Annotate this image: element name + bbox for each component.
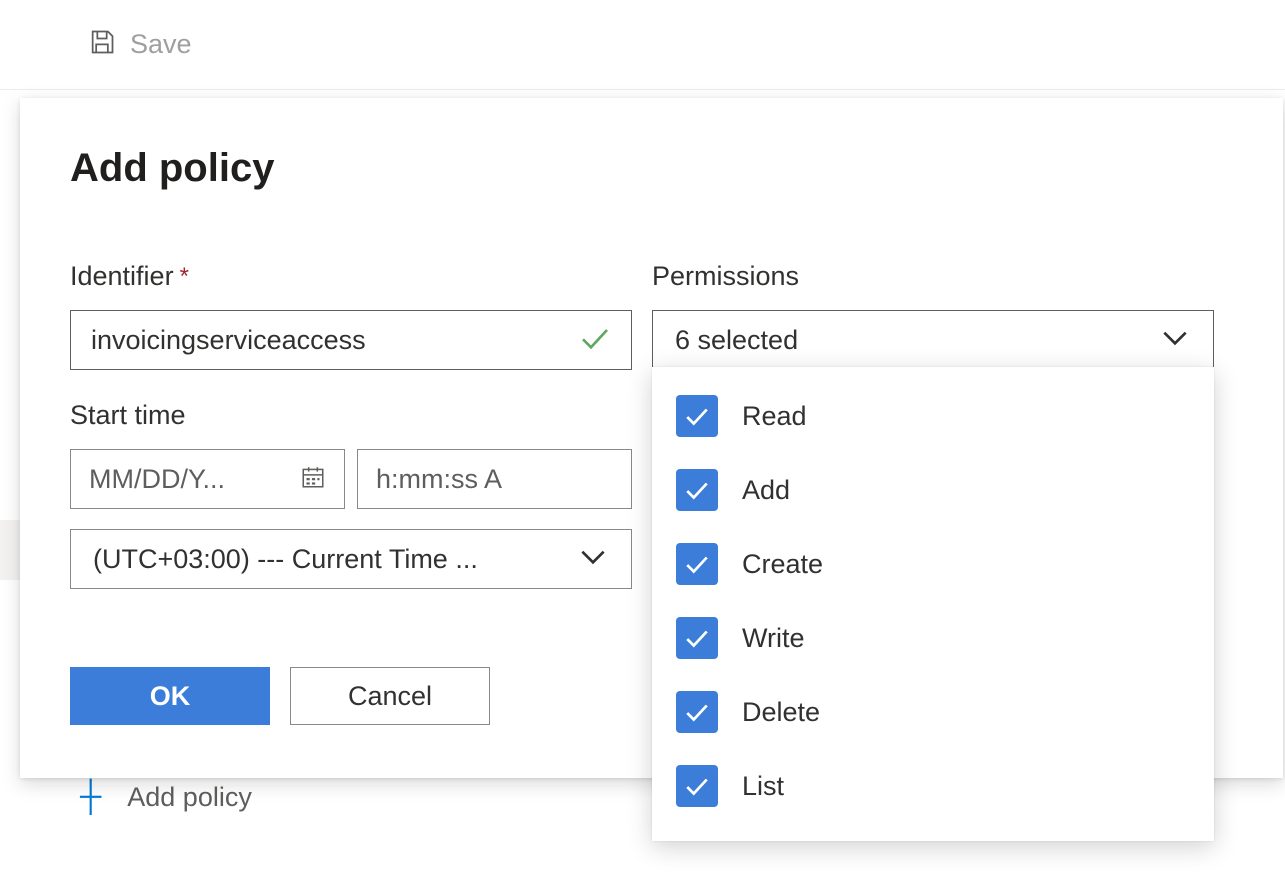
checkbox-checked-icon[interactable] [676, 617, 718, 659]
ok-button[interactable]: OK [70, 667, 270, 725]
left-column: Identifier * Start time MM/DD/Y... [70, 261, 632, 725]
save-icon[interactable] [88, 28, 116, 61]
chevron-down-icon [1159, 327, 1191, 354]
toolbar: Save [0, 0, 1285, 90]
permission-option-delete[interactable]: Delete [652, 675, 1214, 749]
right-column: Permissions 6 selected Read Add [652, 261, 1214, 725]
permissions-label: Permissions [652, 261, 1214, 292]
plus-icon: ┼ [80, 780, 101, 814]
checkbox-checked-icon[interactable] [676, 395, 718, 437]
checkbox-checked-icon[interactable] [676, 469, 718, 511]
add-policy-panel: Add policy Identifier * Start time MM/DD… [20, 98, 1283, 778]
save-button-label[interactable]: Save [130, 29, 192, 60]
start-date-input[interactable]: MM/DD/Y... [70, 449, 345, 509]
permission-label: Read [742, 401, 807, 432]
form-row: Identifier * Start time MM/DD/Y... [70, 261, 1233, 725]
permission-option-write[interactable]: Write [652, 601, 1214, 675]
identifier-label-text: Identifier [70, 261, 174, 292]
calendar-icon[interactable] [300, 464, 326, 495]
permission-label: Write [742, 623, 805, 654]
start-time-label-text: Start time [70, 400, 186, 431]
permission-label: List [742, 771, 784, 802]
checkmark-icon [579, 324, 611, 357]
permissions-summary: 6 selected [675, 325, 1159, 356]
button-row: OK Cancel [70, 667, 632, 725]
permission-option-read[interactable]: Read [652, 379, 1214, 453]
timezone-text: (UTC+03:00) --- Current Time ... [93, 544, 577, 575]
time-placeholder: h:mm:ss A [376, 464, 502, 495]
permissions-label-text: Permissions [652, 261, 799, 292]
identifier-input[interactable] [91, 325, 579, 356]
timezone-select[interactable]: (UTC+03:00) --- Current Time ... [70, 529, 632, 589]
cancel-button[interactable]: Cancel [290, 667, 490, 725]
date-time-row: MM/DD/Y... h:mm:ss A [70, 449, 632, 509]
add-policy-behind-label: Add policy [127, 782, 252, 813]
checkbox-checked-icon[interactable] [676, 543, 718, 585]
checkbox-checked-icon[interactable] [676, 765, 718, 807]
permission-option-list[interactable]: List [652, 749, 1214, 823]
date-placeholder: MM/DD/Y... [89, 464, 300, 495]
permissions-dropdown: Read Add Create Write Delete [652, 367, 1214, 841]
permission-label: Add [742, 475, 790, 506]
permission-option-add[interactable]: Add [652, 453, 1214, 527]
checkbox-checked-icon[interactable] [676, 691, 718, 733]
permissions-select[interactable]: 6 selected [652, 310, 1214, 370]
add-policy-link-behind: ┼ Add policy [80, 780, 252, 814]
identifier-label: Identifier * [70, 261, 632, 292]
permission-label: Create [742, 549, 823, 580]
side-shadow [0, 520, 20, 580]
start-time-input[interactable]: h:mm:ss A [357, 449, 632, 509]
start-time-label: Start time [70, 400, 632, 431]
permission-option-create[interactable]: Create [652, 527, 1214, 601]
permission-label: Delete [742, 697, 820, 728]
chevron-down-icon [577, 546, 609, 573]
panel-title: Add policy [70, 146, 1233, 191]
required-indicator: * [180, 263, 189, 291]
identifier-input-wrap[interactable] [70, 310, 632, 370]
